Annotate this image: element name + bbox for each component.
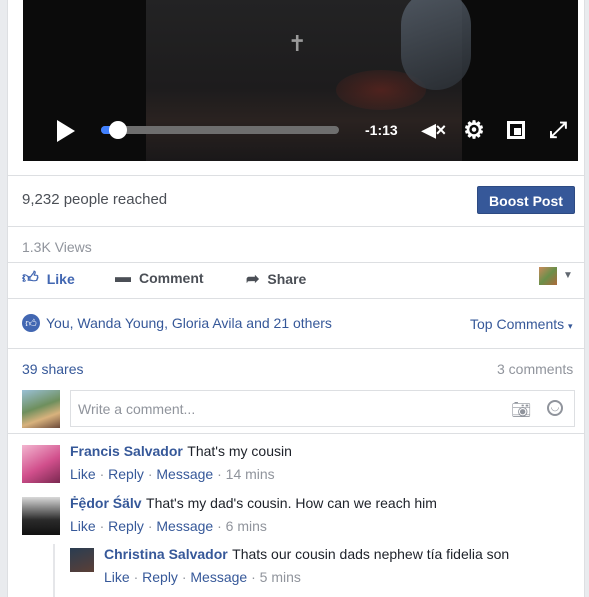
caret-down-icon: ▾ xyxy=(568,321,573,331)
comment-bubble-icon: ▬ xyxy=(115,269,131,286)
post-card: ✝ -1:13 ◀× ⚙ ⤢ 9,232 people reached Boos… xyxy=(7,0,585,597)
comment-meta: Like · Reply · Message · 14 mins xyxy=(70,466,275,482)
avatar[interactable] xyxy=(22,497,60,535)
comment-message-link[interactable]: Message xyxy=(156,466,213,482)
comment-time: 6 mins xyxy=(225,518,267,534)
comment-reply-link[interactable]: Reply xyxy=(142,569,178,585)
gear-icon[interactable]: ⚙ xyxy=(461,117,487,144)
action-bar: 👍︎ Like ▬ Comment ➦ Share ▼ xyxy=(8,264,584,294)
play-icon[interactable] xyxy=(57,120,75,142)
divider xyxy=(8,226,584,227)
divider xyxy=(8,262,584,263)
emoji-icon[interactable]: ◡ xyxy=(547,400,563,416)
like-label: Like xyxy=(46,270,75,287)
divider xyxy=(8,433,584,434)
comment-reply-link[interactable]: Reply xyxy=(108,518,144,534)
video-frame xyxy=(146,0,471,161)
comment-reply-link[interactable]: Reply xyxy=(108,466,144,482)
comment-label: Comment xyxy=(139,270,204,286)
share-label: Share xyxy=(267,271,307,287)
divider xyxy=(8,298,584,299)
avatar[interactable] xyxy=(22,445,60,483)
comment-message-link[interactable]: Message xyxy=(190,569,247,585)
comment-author[interactable]: Francis Salvador xyxy=(70,443,183,459)
comment-time: 14 mins xyxy=(225,466,275,482)
comment-placeholder: Write a comment... xyxy=(78,401,196,417)
comment-like-link[interactable]: Like xyxy=(70,518,96,534)
avatar[interactable] xyxy=(70,548,94,572)
comment-like-link[interactable]: Like xyxy=(70,466,96,482)
comment-button[interactable]: ▬ Comment xyxy=(115,269,204,287)
comment-author[interactable]: Christina Salvador xyxy=(104,546,228,562)
divider xyxy=(8,348,584,349)
views-count: 1.3K Views xyxy=(22,239,92,255)
page-avatar[interactable] xyxy=(539,267,557,285)
comment-author[interactable]: Ḟệdor Śälv xyxy=(70,495,142,511)
reactions-text: You, Wanda Young, Gloria Avila and 21 ot… xyxy=(46,315,332,331)
share-arrow-icon: ➦ xyxy=(246,271,260,288)
comment-meta: Like · Reply · Message · 5 mins xyxy=(104,569,301,585)
shares-count[interactable]: 39 shares xyxy=(22,361,83,377)
thumbs-up-icon: 👍︎ xyxy=(22,270,39,287)
mute-icon[interactable]: ◀× xyxy=(419,118,449,142)
comments-count[interactable]: 3 comments xyxy=(497,361,573,377)
divider xyxy=(8,175,584,176)
top-comments-dropdown[interactable]: Top Comments ▾ xyxy=(470,316,573,332)
like-badge-icon: 👍︎ xyxy=(22,314,40,332)
comment-text: Thats our cousin dads nephew tía fidelia… xyxy=(232,546,510,562)
comment-text: That's my cousin xyxy=(187,443,292,459)
comment-text: That's my dad's cousin. How can we reach… xyxy=(146,495,437,511)
comment-like-link[interactable]: Like xyxy=(104,569,130,585)
people-reached: 9,232 people reached xyxy=(22,191,168,208)
fullscreen-icon[interactable]: ⤢ xyxy=(545,117,571,142)
caret-down-icon[interactable]: ▼ xyxy=(563,270,573,281)
pip-icon[interactable] xyxy=(503,118,529,142)
cross-icon: ✝ xyxy=(288,31,307,56)
reactions-summary[interactable]: 👍︎ You, Wanda Young, Gloria Avila and 21… xyxy=(22,314,332,332)
comment-message-link[interactable]: Message xyxy=(156,518,213,534)
comment-input[interactable]: Write a comment... 📷︎ ◡ xyxy=(70,390,575,427)
like-button[interactable]: 👍︎ Like xyxy=(22,269,75,288)
seek-handle[interactable] xyxy=(108,121,127,139)
reply-thread-line xyxy=(53,544,55,597)
camera-icon[interactable]: 📷︎ xyxy=(511,400,531,420)
video-player[interactable]: ✝ -1:13 ◀× ⚙ ⤢ xyxy=(23,0,578,161)
boost-post-button[interactable]: Boost Post xyxy=(477,186,575,214)
time-remaining: -1:13 xyxy=(365,122,398,138)
top-comments-label: Top Comments xyxy=(470,316,565,332)
comment-time: 5 mins xyxy=(259,569,301,585)
seek-bar[interactable] xyxy=(101,121,339,139)
avatar xyxy=(22,390,60,428)
comment-meta: Like · Reply · Message · 6 mins xyxy=(70,518,267,534)
share-button[interactable]: ➦ Share xyxy=(246,269,306,289)
